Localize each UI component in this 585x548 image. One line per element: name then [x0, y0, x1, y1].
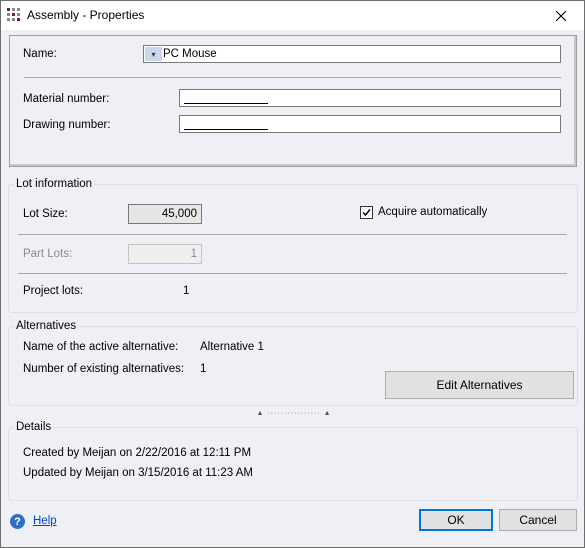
divider — [18, 234, 567, 235]
close-icon — [556, 10, 566, 21]
help-icon[interactable]: ? — [10, 514, 25, 529]
name-label: Name: — [23, 48, 57, 60]
grid-icon — [7, 8, 20, 21]
divider — [24, 77, 561, 78]
active-alternative-value: Alternative 1 — [200, 341, 264, 353]
lot-size-input[interactable]: 45,000 — [128, 204, 202, 224]
material-number-label: Material number: — [23, 93, 110, 105]
material-number-field[interactable] — [179, 89, 561, 107]
acquire-automatically-checkbox[interactable] — [360, 206, 373, 219]
name-field[interactable]: ▾ PC Mouse — [143, 45, 561, 63]
window-title: Assembly - Properties — [27, 8, 145, 22]
ok-button[interactable]: OK — [419, 509, 493, 531]
active-alternative-label: Name of the active alternative: — [23, 341, 179, 353]
part-lots-label: Part Lots: — [23, 248, 73, 260]
existing-alternatives-label: Number of existing alternatives: — [23, 363, 185, 375]
lot-information-group — [8, 184, 578, 313]
checkmark-icon — [362, 209, 371, 217]
divider — [18, 273, 567, 274]
alternatives-title: Alternatives — [14, 320, 79, 332]
close-button[interactable] — [538, 1, 584, 30]
drawing-number-placeholder — [184, 119, 268, 130]
updated-info: Updated by Meijan on 3/15/2016 at 11:23 … — [23, 467, 253, 479]
existing-alternatives-value: 1 — [200, 363, 207, 375]
drawing-number-label: Drawing number: — [23, 119, 111, 131]
cancel-button[interactable]: Cancel — [499, 509, 577, 531]
help-link[interactable]: Help — [33, 515, 57, 527]
lot-information-title: Lot information — [14, 178, 95, 190]
project-lots-value: 1 — [183, 285, 190, 297]
project-lots-label: Project lots: — [23, 285, 84, 297]
name-value: PC Mouse — [163, 48, 217, 60]
created-info: Created by Meijan on 2/22/2016 at 12:11 … — [23, 447, 252, 459]
drawing-number-field[interactable] — [179, 115, 561, 133]
details-group — [8, 427, 578, 501]
material-number-placeholder — [184, 93, 268, 104]
general-panel: Name: ▾ PC Mouse Material number: Drawin… — [9, 35, 577, 167]
properties-dialog: Assembly - Properties Name: ▾ PC Mouse M… — [0, 0, 585, 548]
edit-alternatives-button[interactable]: Edit Alternatives — [385, 371, 574, 399]
acquire-automatically-label[interactable]: Acquire automatically — [378, 206, 487, 218]
lot-size-label: Lot Size: — [23, 208, 68, 220]
name-dropdown-button[interactable]: ▾ — [145, 47, 162, 61]
chevron-down-icon: ▾ — [151, 49, 156, 59]
details-title: Details — [14, 421, 54, 433]
part-lots-input: 1 — [128, 244, 202, 264]
title-bar[interactable]: Assembly - Properties — [1, 1, 584, 30]
splitter-handle[interactable]: ▲ ················ ▲ — [236, 410, 352, 417]
